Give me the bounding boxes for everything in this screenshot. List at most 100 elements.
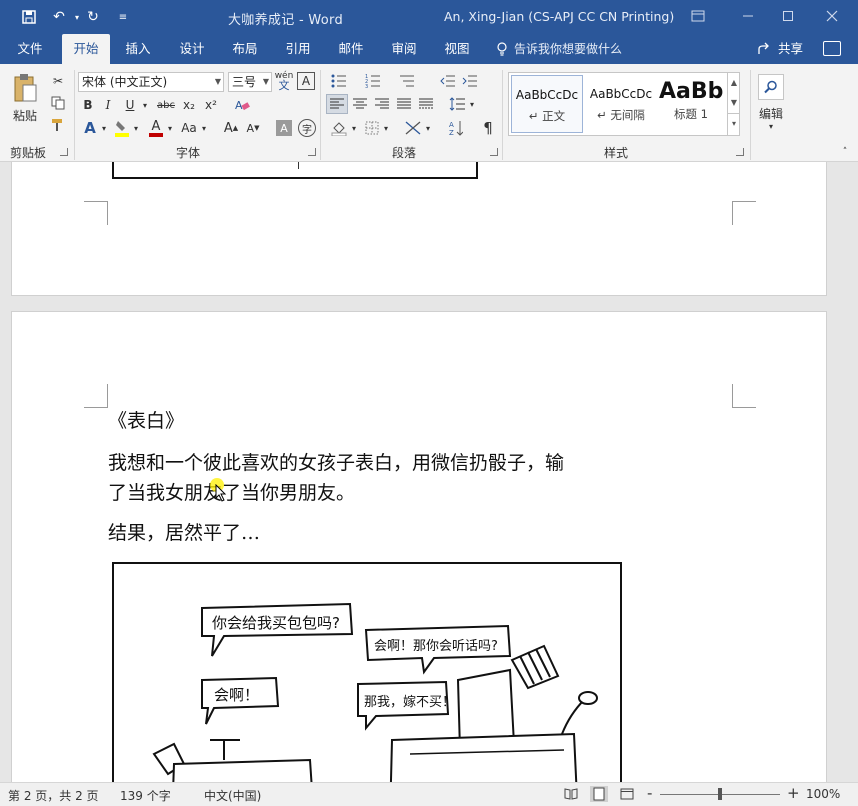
font-color-dropdown-icon[interactable]: ▾ bbox=[166, 118, 174, 138]
decrease-indent-icon[interactable] bbox=[438, 72, 458, 90]
text-effects-dropdown-icon[interactable]: ▾ bbox=[100, 118, 108, 138]
tab-view[interactable]: 视图 bbox=[437, 34, 477, 64]
asian-layout-dropdown-icon[interactable]: ▾ bbox=[424, 118, 432, 138]
align-center-icon[interactable] bbox=[350, 94, 370, 114]
zoom-slider-thumb[interactable] bbox=[718, 788, 722, 800]
line-spacing-icon[interactable] bbox=[446, 94, 468, 114]
share-button[interactable]: 共享 bbox=[778, 34, 803, 64]
styles-scroll-up-icon[interactable]: ▲ bbox=[728, 73, 740, 93]
strikethrough-button[interactable]: abc bbox=[154, 96, 178, 114]
close-icon[interactable] bbox=[822, 6, 842, 26]
shrink-font-button[interactable]: A ▼ bbox=[244, 118, 262, 138]
word-count[interactable]: 139 个字 bbox=[120, 787, 171, 804]
web-layout-icon[interactable] bbox=[620, 788, 634, 800]
clear-formatting-icon[interactable]: A bbox=[232, 96, 252, 114]
bullets-icon[interactable] bbox=[328, 72, 350, 90]
sort-icon[interactable]: AZ bbox=[446, 118, 466, 138]
clipboard-launcher-icon[interactable] bbox=[60, 148, 68, 156]
doc-paragraph-line[interactable]: 我想和一个彼此喜欢的女孩子表白，用微信扔骰子，输 bbox=[108, 448, 564, 479]
print-layout-icon[interactable] bbox=[590, 786, 608, 802]
styles-more-icon[interactable]: ▾ bbox=[728, 113, 740, 133]
share-icon[interactable] bbox=[757, 42, 771, 56]
highlight-icon[interactable] bbox=[112, 118, 132, 138]
style-normal[interactable]: AaBbCcDc ↵ 正文 bbox=[511, 75, 583, 133]
styles-launcher-icon[interactable] bbox=[736, 148, 744, 156]
tab-review[interactable]: 审阅 bbox=[384, 34, 424, 64]
bold-button[interactable]: B bbox=[80, 96, 96, 114]
grow-font-button[interactable]: A ▲ bbox=[222, 118, 240, 138]
tab-design[interactable]: 设计 bbox=[172, 34, 212, 64]
zoom-in-button[interactable]: + bbox=[787, 784, 800, 802]
editing-dropdown-icon[interactable]: ▾ bbox=[764, 120, 778, 132]
maximize-icon[interactable] bbox=[778, 6, 798, 26]
comic-image[interactable]: 你会给我买包包吗? 会啊！那你会听话吗? 会啊！ 那我，嫁不买！ bbox=[112, 562, 622, 782]
document-canvas[interactable]: 《表白》 我想和一个彼此喜欢的女孩子表白，用微信扔骰子，输 了当我女朋友了当你男… bbox=[0, 162, 858, 782]
font-color-icon[interactable]: A bbox=[146, 118, 166, 138]
multilevel-list-icon[interactable] bbox=[396, 72, 418, 90]
change-case-button[interactable]: Aa bbox=[178, 118, 200, 138]
comic-image-partial[interactable] bbox=[112, 162, 478, 179]
doc-paragraph[interactable]: 结果，居然平了… bbox=[108, 518, 260, 549]
font-size-combo[interactable]: 三号 ▼ bbox=[228, 72, 272, 92]
page-count[interactable]: 第 2 页，共 2 页 bbox=[8, 787, 99, 804]
borders-dropdown-icon[interactable]: ▾ bbox=[382, 118, 390, 138]
cut-icon[interactable]: ✂ bbox=[48, 72, 68, 90]
customize-toolbar-icon[interactable]: ≡ bbox=[114, 8, 132, 26]
copy-icon[interactable] bbox=[48, 94, 68, 112]
show-formatting-marks-icon[interactable]: ¶ bbox=[478, 118, 498, 138]
save-icon[interactable] bbox=[20, 8, 38, 26]
collapse-ribbon-icon[interactable]: ˄ bbox=[838, 146, 852, 158]
tab-references[interactable]: 引用 bbox=[278, 34, 318, 64]
comment-icon[interactable] bbox=[823, 41, 841, 56]
minimize-icon[interactable] bbox=[738, 6, 758, 26]
enclose-characters-icon[interactable]: 字 bbox=[298, 119, 316, 137]
shading-dropdown-icon[interactable]: ▾ bbox=[350, 118, 358, 138]
paragraph-launcher-icon[interactable] bbox=[490, 148, 498, 156]
phonetic-guide-icon[interactable]: wén 文 bbox=[274, 70, 294, 92]
search-icon[interactable] bbox=[758, 74, 784, 100]
text-effects-icon[interactable]: A bbox=[80, 118, 100, 138]
align-left-icon[interactable] bbox=[326, 94, 348, 114]
align-right-icon[interactable] bbox=[372, 94, 392, 114]
tab-home[interactable]: 开始 bbox=[62, 34, 110, 64]
tab-layout[interactable]: 布局 bbox=[225, 34, 265, 64]
font-launcher-icon[interactable] bbox=[308, 148, 316, 156]
tab-mailings[interactable]: 邮件 bbox=[331, 34, 371, 64]
paste-button[interactable]: 粘贴 bbox=[6, 106, 44, 124]
borders-icon[interactable] bbox=[362, 118, 382, 138]
user-name[interactable]: An, Xing-Jian (CS-APJ CC CN Printing) bbox=[444, 9, 674, 24]
shading-icon[interactable] bbox=[328, 118, 350, 138]
superscript-button[interactable]: x² bbox=[202, 96, 220, 114]
doc-paragraph-line[interactable]: 了当我女朋友了当你男朋友。 bbox=[108, 478, 355, 509]
increase-indent-icon[interactable] bbox=[460, 72, 480, 90]
zoom-level[interactable]: 100% bbox=[806, 787, 840, 801]
read-mode-icon[interactable] bbox=[564, 788, 578, 800]
doc-heading[interactable]: 《表白》 bbox=[108, 406, 184, 437]
format-painter-icon[interactable] bbox=[48, 116, 68, 134]
language-indicator[interactable]: 中文(中国) bbox=[204, 787, 261, 804]
highlight-dropdown-icon[interactable]: ▾ bbox=[132, 118, 140, 138]
paste-icon[interactable] bbox=[10, 72, 40, 106]
justify-icon[interactable] bbox=[394, 94, 414, 114]
underline-button[interactable]: U bbox=[122, 96, 138, 114]
numbering-icon[interactable]: 123 bbox=[362, 72, 384, 90]
change-case-dropdown-icon[interactable]: ▾ bbox=[200, 118, 208, 138]
zoom-out-button[interactable]: - bbox=[647, 784, 652, 802]
tab-file[interactable]: 文件 bbox=[8, 34, 52, 64]
styles-scroll-down-icon[interactable]: ▼ bbox=[728, 93, 740, 113]
font-name-combo[interactable]: 宋体 (中文正文) ▼ bbox=[78, 72, 224, 92]
style-no-spacing[interactable]: AaBbCcDc ↵ 无间隔 bbox=[585, 75, 657, 133]
asian-layout-icon[interactable] bbox=[402, 118, 424, 138]
subscript-button[interactable]: x₂ bbox=[180, 96, 198, 114]
character-border-icon[interactable]: A bbox=[297, 72, 315, 90]
underline-dropdown-icon[interactable]: ▾ bbox=[140, 96, 150, 114]
italic-button[interactable]: I bbox=[100, 96, 116, 114]
tab-insert[interactable]: 插入 bbox=[118, 34, 158, 64]
ribbon-display-icon[interactable] bbox=[688, 6, 708, 26]
undo-icon[interactable]: ↶ bbox=[50, 8, 68, 26]
line-spacing-dropdown-icon[interactable]: ▾ bbox=[468, 94, 476, 114]
character-shading-icon[interactable]: A bbox=[276, 120, 292, 136]
style-heading-1[interactable]: AaBb 标题 1 bbox=[659, 75, 723, 133]
distributed-icon[interactable] bbox=[416, 94, 436, 114]
tell-me-search[interactable]: 告诉我你想要做什么 bbox=[514, 34, 622, 64]
